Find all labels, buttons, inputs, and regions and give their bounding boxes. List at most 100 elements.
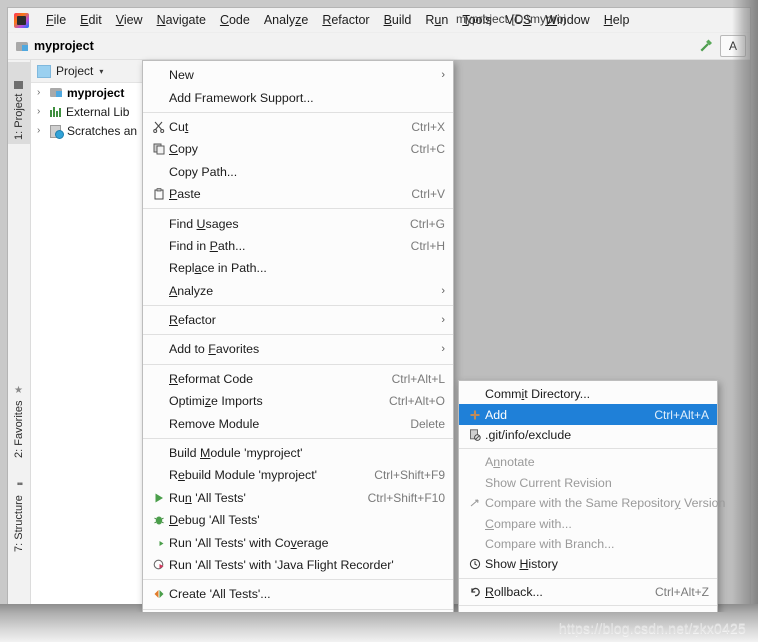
- menu-item-label: Paste: [169, 187, 201, 202]
- chevron-right-icon: ›: [441, 69, 445, 82]
- chevron-right-icon[interactable]: ›: [37, 125, 46, 136]
- menu-item-label: Run 'All Tests': [169, 490, 246, 505]
- menu-item-shortcut: Delete: [410, 416, 445, 431]
- menubar-item-analyze[interactable]: Analyze: [257, 10, 315, 30]
- sidebar-tab-structure[interactable]: 7: Structure ▪▪: [8, 464, 30, 556]
- menu-separator: [459, 448, 717, 450]
- menu-item-label: Debug 'All Tests': [169, 513, 260, 528]
- menu-item-label: Run 'All Tests' with 'Java Flight Record…: [169, 558, 394, 572]
- project-context-menu: New › Add Framework Support... Cut Ctrl+X Cop…: [142, 60, 454, 612]
- context-menu-item-remove-module[interactable]: Remove Module Delete: [143, 412, 453, 434]
- menu-item-label: .git/info/exclude: [485, 427, 572, 442]
- sidebar-tab-project[interactable]: 1: Project: [8, 62, 30, 144]
- menubar-item-view[interactable]: View: [109, 10, 150, 30]
- git-menu-item-annotate: Annotate: [459, 452, 717, 472]
- menu-item-shortcut: Ctrl+Alt+A: [654, 407, 709, 422]
- menubar-item-file[interactable]: File: [39, 10, 73, 30]
- context-menu-item-add-to-favorites[interactable]: Add to Favorites ›: [143, 338, 453, 360]
- context-menu-item-run-all-tests[interactable]: Run 'All Tests' Ctrl+Shift+F10: [143, 487, 453, 509]
- add-icon: [465, 409, 485, 421]
- project-tab-icon: [14, 80, 24, 89]
- git-menu-item-show-history[interactable]: Show History: [459, 554, 717, 574]
- menu-separator: [143, 304, 453, 306]
- context-menu-item-find-in-path[interactable]: Find in Path... Ctrl+H: [143, 235, 453, 257]
- git-menu-item-git-info-exclude[interactable]: .git/info/exclude: [459, 425, 717, 445]
- menu-separator: [143, 111, 453, 113]
- tree-row-label: myproject: [67, 85, 125, 100]
- menubar-item-build[interactable]: Build: [377, 10, 419, 30]
- menu-item-label: Add Framework Support...: [169, 90, 314, 105]
- menubar-item-code[interactable]: Code: [213, 10, 257, 30]
- context-menu-item-build-module-myproject[interactable]: Build Module 'myproject': [143, 442, 453, 464]
- chevron-right-icon: ›: [441, 284, 445, 297]
- menu-item-shortcut: Ctrl+Alt+O: [388, 394, 445, 409]
- intellij-logo-icon: [14, 12, 29, 28]
- menu-item-label: Annotate: [485, 455, 535, 470]
- git-menu-item-rollback[interactable]: Rollback... Ctrl+Alt+Z: [459, 582, 717, 602]
- chevron-right-icon: ›: [441, 343, 445, 356]
- context-menu-item-optimize-imports[interactable]: Optimize Imports Ctrl+Alt+O: [143, 390, 453, 412]
- menu-item-label: Commit Directory...: [485, 387, 591, 402]
- folder-icon: [16, 41, 29, 52]
- menubar-item-edit[interactable]: Edit: [73, 10, 109, 30]
- context-menu-item-run-all-tests-with-coverage[interactable]: Run 'All Tests' with Coverage: [143, 531, 453, 553]
- menu-item-label: Find in Path...: [169, 238, 246, 253]
- menu-item-label: Find Usages: [169, 216, 239, 231]
- menu-item-label: Show Current Revision: [485, 475, 612, 490]
- sidebar-tab-favorites[interactable]: 2: Favorites ★: [8, 368, 30, 462]
- context-menu-item-find-usages[interactable]: Find Usages Ctrl+G: [143, 212, 453, 234]
- context-menu-item-debug-all-tests[interactable]: Debug 'All Tests': [143, 509, 453, 531]
- breadcrumb[interactable]: myproject: [16, 39, 94, 53]
- context-menu-item-refactor[interactable]: Refactor ›: [143, 309, 453, 331]
- context-menu-item-replace-in-path[interactable]: Replace in Path...: [143, 257, 453, 279]
- sidebar-tab-project-label: 1: Project: [13, 93, 25, 140]
- context-menu-item-create-all-tests[interactable]: Create 'All Tests'...: [143, 583, 453, 605]
- menu-item-shortcut: Ctrl+C: [410, 142, 445, 157]
- menu-separator: [143, 363, 453, 365]
- toolbar-right: A: [697, 35, 746, 57]
- menu-item-label: Compare with...: [485, 516, 572, 531]
- menu-item-shortcut: Ctrl+Alt+Z: [654, 584, 709, 599]
- exclude-icon: [465, 429, 485, 441]
- menu-separator: [143, 608, 453, 610]
- menubar-item-navigate[interactable]: Navigate: [150, 10, 213, 30]
- debug-icon: [149, 514, 169, 526]
- chevron-right-icon[interactable]: ›: [37, 106, 46, 117]
- left-tool-stripe: 1: Project 2: Favorites ★ 7: Structure ▪…: [8, 60, 31, 612]
- git-menu-item-repository[interactable]: Repository›: [459, 609, 717, 612]
- menu-item-shortcut: Ctrl+Alt+L: [391, 371, 445, 386]
- clock-icon: [465, 558, 485, 570]
- menu-item-shortcut: Ctrl+Shift+F9: [374, 468, 445, 483]
- menu-separator: [143, 208, 453, 210]
- git-menu-item-commit-directory[interactable]: Commit Directory...: [459, 384, 717, 404]
- menubar-item-run[interactable]: Run: [418, 10, 455, 30]
- menubar-item-refactor[interactable]: Refactor: [315, 10, 376, 30]
- sidebar-tab-structure-label: 7: Structure: [13, 495, 25, 552]
- context-menu-item-analyze[interactable]: Analyze ›: [143, 280, 453, 302]
- context-menu-item-copy[interactable]: Copy Ctrl+C: [143, 138, 453, 160]
- context-menu-item-copy-path[interactable]: Copy Path...: [143, 161, 453, 183]
- git-menu-item-add[interactable]: Add Ctrl+Alt+A: [459, 404, 717, 425]
- scissors-icon: [149, 121, 169, 133]
- toolbar-extra-button[interactable]: A: [720, 35, 746, 57]
- context-menu-item-paste[interactable]: Paste Ctrl+V: [143, 183, 453, 205]
- rollback-icon: [465, 586, 485, 598]
- git-menu-item-compare-with-the-same-repository-version: Compare with the Same Repository Version: [459, 493, 725, 513]
- menu-item-label: Add: [485, 407, 508, 422]
- menu-item-label: Compare with Branch...: [485, 536, 615, 551]
- context-menu-item-reformat-code[interactable]: Reformat Code Ctrl+Alt+L: [143, 368, 453, 390]
- context-menu-item-cut[interactable]: Cut Ctrl+X: [143, 116, 453, 138]
- chevron-down-icon[interactable]: ▾: [99, 67, 103, 76]
- context-menu-item-run-all-tests-with-java-flight-recorder[interactable]: Run 'All Tests' with 'Java Flight Record…: [143, 554, 453, 576]
- folder-icon: [50, 87, 63, 98]
- menu-item-label: Create 'All Tests'...: [169, 587, 271, 602]
- menubar-item-help[interactable]: Help: [597, 10, 637, 30]
- context-menu-item-rebuild-module-myproject[interactable]: Rebuild Module 'myproject' Ctrl+Shift+F9: [143, 464, 453, 486]
- context-menu-item-new[interactable]: New ›: [143, 64, 453, 86]
- context-menu-item-add-framework-support[interactable]: Add Framework Support...: [143, 86, 453, 108]
- menu-separator: [459, 577, 717, 579]
- chevron-right-icon[interactable]: ›: [37, 87, 46, 98]
- create-config-icon: [149, 588, 169, 600]
- menu-item-label: Analyze: [169, 283, 214, 298]
- hammer-icon[interactable]: [697, 37, 715, 55]
